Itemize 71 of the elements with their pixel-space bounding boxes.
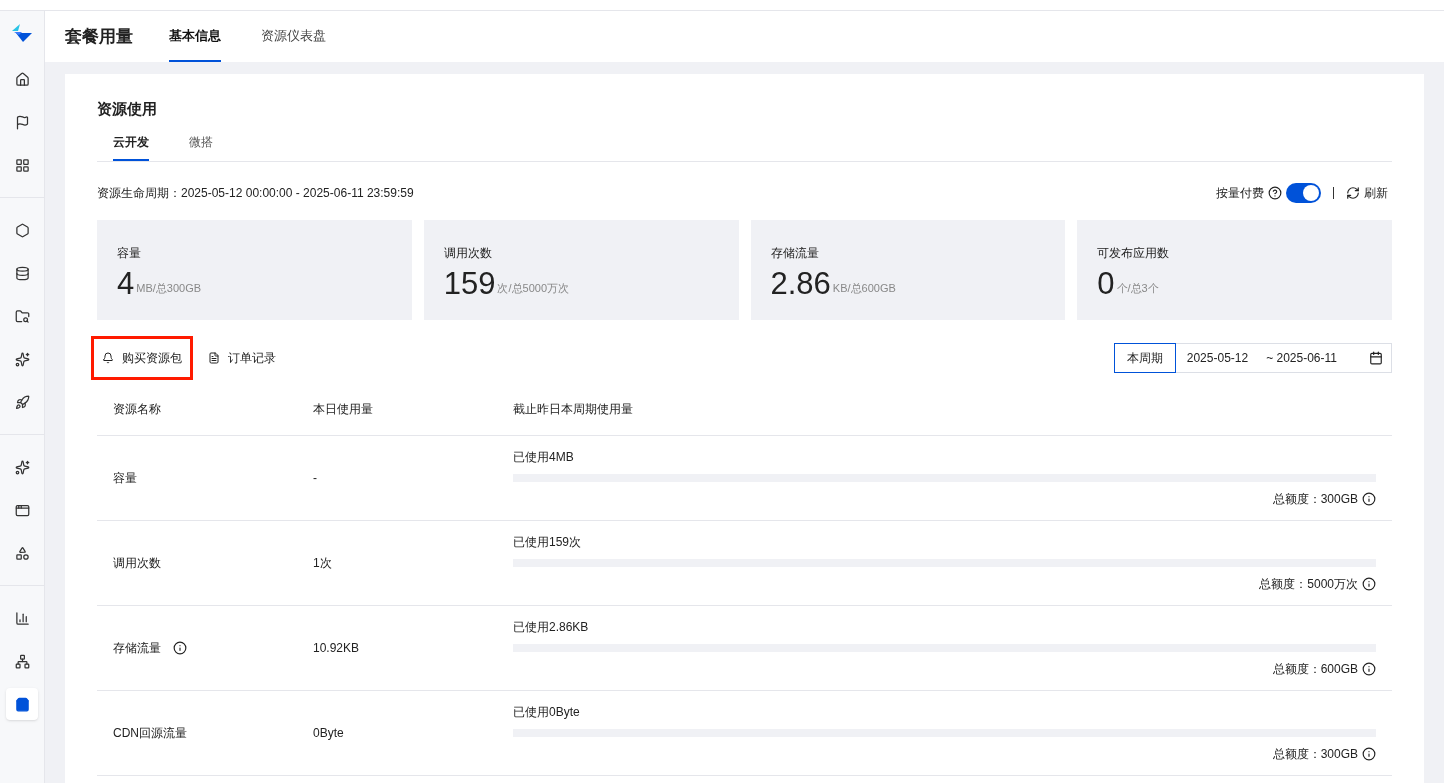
quota-text: 总额度：600GB	[1272, 660, 1358, 678]
header-tab[interactable]: 基本信息	[169, 11, 221, 62]
stat-label: 存储流量	[770, 244, 819, 262]
table-cell-text: 调用次数	[113, 554, 161, 572]
stat-unit: 个/总3个	[1116, 281, 1159, 296]
column-header: 本日使用量	[297, 383, 497, 436]
window-icon	[14, 502, 30, 518]
stat-unit: 次/总5000万次	[497, 281, 569, 296]
table-cell-text: 1次	[313, 554, 332, 572]
info-icon	[1362, 576, 1376, 591]
grid-icon	[14, 157, 30, 173]
info-icon	[1362, 491, 1376, 506]
stat-value: 0	[1097, 265, 1115, 302]
stat-value: 2.86	[770, 265, 831, 302]
calendar-icon	[1369, 350, 1383, 365]
home-icon	[14, 71, 30, 87]
stat-unit: KB/总600GB	[832, 281, 896, 296]
info-icon	[1362, 661, 1376, 676]
end-date: ~ 2025-06-11	[1266, 349, 1337, 367]
column-header: 截止昨日本周期使用量	[497, 383, 1392, 436]
billing-label: 按量付费	[1216, 184, 1264, 202]
rocket-icon	[14, 394, 30, 410]
lifecycle-text: 资源生命周期：2025-05-12 00:00:00 - 2025-06-11 23:59:59	[97, 184, 414, 202]
stat-label: 可发布应用数	[1097, 244, 1170, 262]
date-range-picker[interactable]: 本周期 2025-05-12 ~ 2025-06-11	[1113, 342, 1392, 373]
used-text: 已使用2.86KB	[513, 618, 589, 636]
column-header: 资源名称	[97, 383, 297, 436]
start-date: 2025-05-12	[1186, 349, 1249, 367]
table-cell-text: -	[313, 469, 317, 487]
network-icon	[14, 653, 30, 669]
billing-toggle[interactable]	[1286, 182, 1321, 203]
stat-unit: MB/总300GB	[136, 281, 202, 296]
sparkle-icon	[14, 351, 30, 367]
quota-text: 总额度：300GB	[1272, 745, 1358, 763]
refresh-button[interactable]: 刷新	[1346, 183, 1388, 202]
stat-label: 容量	[117, 244, 141, 262]
header-tab[interactable]: 资源仪表盘	[261, 11, 326, 62]
refresh-icon	[1346, 185, 1360, 200]
used-text: 已使用4MB	[513, 448, 574, 466]
logo-icon	[10, 23, 34, 43]
stat-value: 4	[117, 265, 135, 302]
info-icon	[1362, 746, 1376, 761]
stat-label: 调用次数	[443, 244, 492, 262]
page-title: 套餐用量	[65, 25, 133, 48]
document-icon	[208, 351, 220, 364]
sparkle-icon	[14, 459, 30, 475]
section-tab[interactable]: 微搭	[189, 128, 213, 161]
action-button[interactable]: 购买资源包	[91, 335, 193, 380]
used-text: 已使用0Byte	[513, 703, 580, 721]
bell-icon	[102, 351, 114, 364]
table-cell-text: 10.92KB	[313, 639, 360, 657]
shapes-icon	[14, 545, 30, 561]
table-cell-text: 0Byte	[313, 724, 344, 742]
database-icon	[14, 265, 30, 281]
flag-icon	[14, 114, 30, 130]
chart-icon	[14, 610, 30, 626]
action-button[interactable]: 订单记录	[197, 335, 287, 380]
used-text: 已使用159次	[513, 533, 582, 551]
table-cell-text: 容量	[113, 469, 137, 487]
table-cell-text: 存储流量	[113, 639, 161, 657]
period-preset[interactable]: 本周期	[1113, 342, 1176, 373]
section-tab[interactable]: 云开发	[113, 128, 149, 161]
quota-text: 总额度：300GB	[1272, 490, 1358, 508]
quota-text: 总额度：5000万次	[1259, 575, 1358, 593]
section-title: 资源使用	[97, 99, 158, 119]
folder-icon	[14, 308, 30, 324]
help-icon	[1268, 185, 1282, 200]
stat-value: 159	[443, 265, 496, 302]
sidebar-item[interactable]	[6, 688, 38, 720]
table-cell-text: CDN回源流量	[113, 724, 187, 742]
hexagon-icon	[14, 222, 30, 238]
